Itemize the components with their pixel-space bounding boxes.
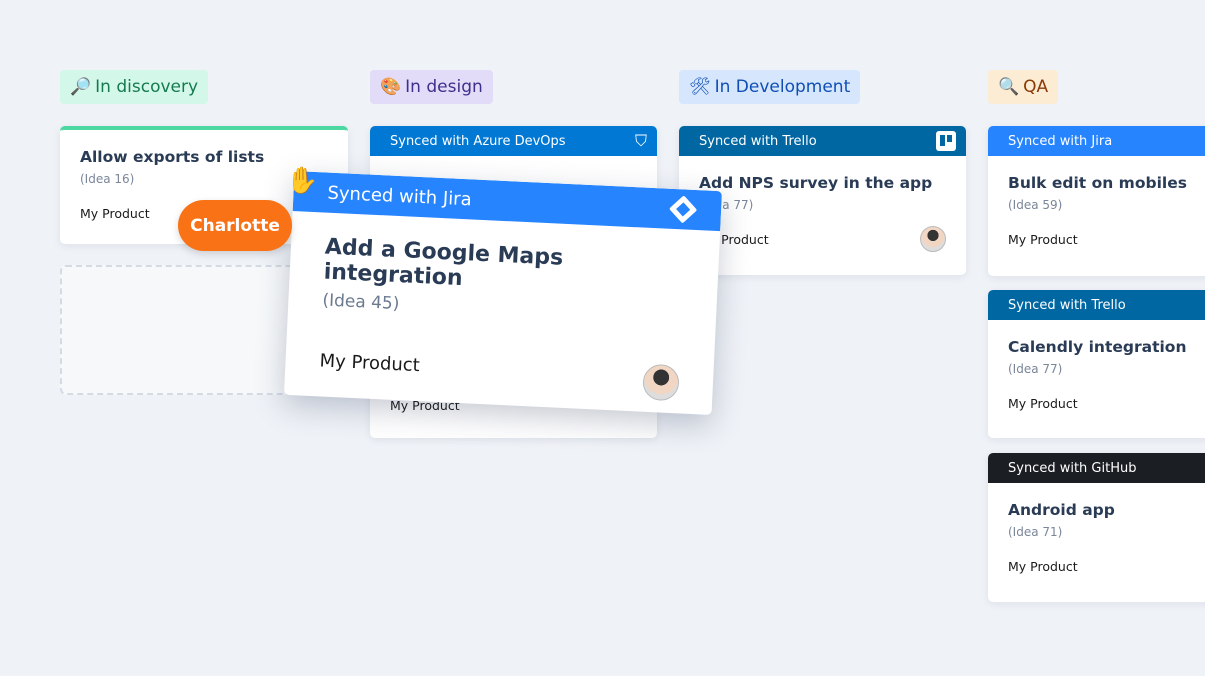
idea-number: (Idea 71) [1008,525,1063,539]
card-title: Bulk edit on mobiles [1008,174,1187,192]
card-title: Add a Google Maps integration [323,234,564,292]
avatar [920,226,946,252]
column-label-in-design: 🎨 In design [370,70,493,104]
dragged-idea-card[interactable]: Synced with Jira Add a Google Maps integ… [283,171,723,415]
card-title: Allow exports of lists [80,148,265,166]
trello-icon [936,131,956,151]
product-name: My Product [1008,559,1078,574]
azure-devops-icon: ⛉ [634,131,647,150]
product-name: My Product [1008,396,1078,411]
magnifier-icon: 🔍 [998,77,1020,97]
sync-label: Synced with Jira [327,182,473,210]
jira-icon [669,195,698,224]
sync-label: Synced with Azure DevOps [390,133,566,149]
magnifier-icon: 🔎 [70,77,92,97]
grab-cursor-icon: ✋ [286,166,319,196]
column-label-in-development: 🛠 In Development [679,70,861,104]
idea-number: (Idea 77) [699,198,754,212]
avatar [642,363,680,402]
column-label-qa: 🔍 QA [988,70,1059,104]
sync-label: Synced with Trello [699,133,817,149]
idea-number: (Idea 77) [1008,362,1063,376]
idea-card[interactable]: Synced with Trello Add NPS survey in the… [679,126,966,275]
card-title: Android app [1008,501,1115,519]
tools-icon: 🛠 [689,77,711,97]
sync-label: Synced with GitHub [1008,460,1137,476]
idea-number: (Idea 59) [1008,198,1063,212]
idea-card[interactable]: Synced with GitHub Android app (Idea 71) M… [988,453,1205,602]
card-title: Add NPS survey in the app [699,174,933,192]
column-label-in-discovery: 🔎 In discovery [60,70,209,104]
palette-icon: 🎨 [380,77,402,97]
idea-card[interactable]: Synced with Jira Bulk edit on mobiles (Id… [988,126,1205,276]
product-name: My Product [319,349,421,376]
card-title: Calendly integration [1008,338,1187,356]
sync-label: Synced with Trello [1008,297,1126,313]
user-cursor-label: Charlotte [178,200,292,251]
sync-label: Synced with Jira [1008,133,1113,149]
product-name: My Product [80,206,150,221]
idea-card[interactable]: Synced with Trello Calendly integration (… [988,290,1205,438]
product-name: My Product [1008,232,1078,247]
